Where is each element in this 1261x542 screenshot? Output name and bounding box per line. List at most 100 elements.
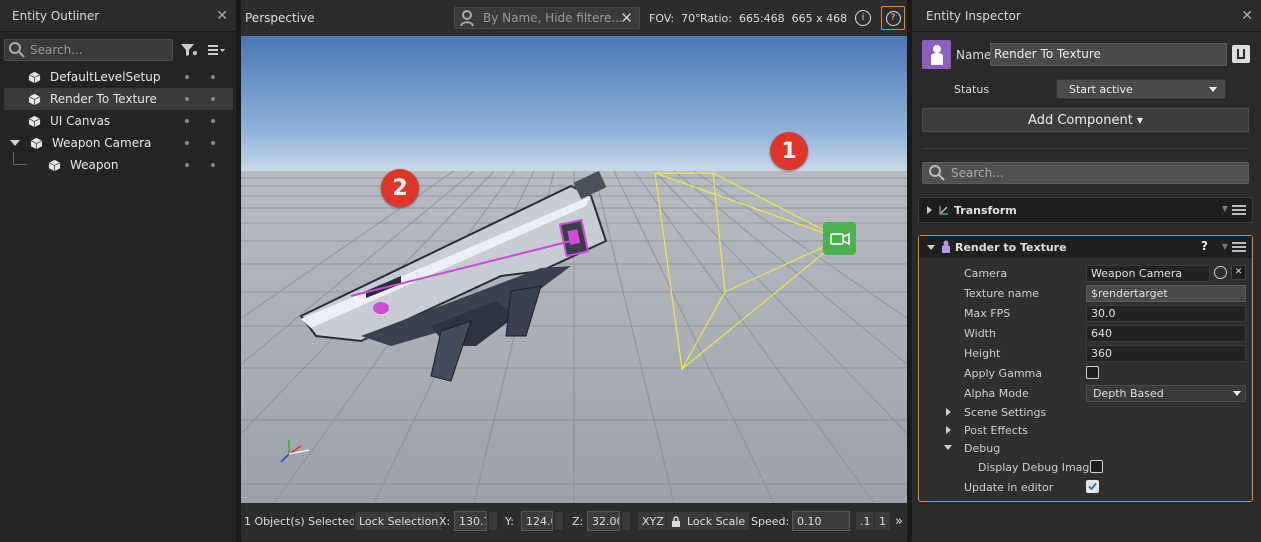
status-label: Status <box>954 83 990 96</box>
rtt-title: Render to Texture <box>955 240 1067 254</box>
close-icon[interactable]: ✕ <box>1241 8 1253 24</box>
menu-icon[interactable] <box>1232 242 1246 252</box>
list-item[interactable]: Weapon <box>4 154 233 176</box>
component-search-input[interactable]: Search... <box>922 162 1249 184</box>
viewport-toolbar: Perspective By Name, Hide filtere... ✕ F… <box>241 0 907 36</box>
lock-selection-button[interactable]: Lock Selection <box>354 511 444 531</box>
entity-outliner-panel: Entity Outliner ✕ Search... DefaultLevel… <box>0 0 236 542</box>
entity-inspector-panel: Entity Inspector ✕ Name Render To Textur… <box>912 0 1261 542</box>
status-dropdown-value: Start active <box>1069 83 1133 96</box>
z-spinner-icon[interactable] <box>621 511 631 531</box>
name-field[interactable]: Render To Texture <box>990 43 1227 66</box>
apply-gamma-checkbox[interactable] <box>1086 366 1099 379</box>
inspector-header: Entity Inspector ✕ <box>912 0 1261 32</box>
list-item[interactable]: DefaultLevelSetup <box>4 66 233 88</box>
list-item[interactable]: Weapon Camera <box>4 132 233 154</box>
post-effects-row[interactable]: Post Effects <box>912 420 1261 440</box>
visibility-dots[interactable] <box>185 163 215 167</box>
z-field[interactable]: 32.00 <box>587 511 620 531</box>
scene-settings-label: Scene Settings <box>964 405 1047 419</box>
speed-field[interactable]: 0.10 <box>792 511 850 531</box>
transform-component-header[interactable]: Transform ▼ <box>918 197 1253 223</box>
width-row: Width 640 <box>912 323 1261 343</box>
add-component-button[interactable]: Add Component ▼ <box>922 108 1249 132</box>
visibility-dots[interactable] <box>185 141 215 145</box>
entity-cube-icon <box>28 115 41 127</box>
y-label: Y: <box>505 514 514 528</box>
status-dropdown[interactable]: Start active <box>1056 79 1226 99</box>
sort-menu-icon[interactable] <box>207 44 225 56</box>
camera-field[interactable]: Weapon Camera <box>1086 264 1210 282</box>
list-item-label: UI Canvas <box>50 114 111 128</box>
rtt-header[interactable]: Render to Texture ? ▼ <box>919 236 1252 258</box>
expand-chevron-icon[interactable] <box>927 206 932 214</box>
list-item[interactable]: Render To Texture <box>4 88 233 110</box>
transform-label: Transform <box>954 203 1017 217</box>
width-field[interactable]: 640 <box>1086 324 1246 342</box>
xyz-button[interactable]: XYZ <box>637 511 669 531</box>
x-field[interactable]: 130.7 <box>454 511 487 531</box>
outliner-search-placeholder: Search... <box>30 43 83 57</box>
height-field[interactable]: 360 <box>1086 344 1246 362</box>
visibility-dots[interactable] <box>185 119 215 123</box>
height-label: Height <box>964 346 1001 360</box>
debug-row[interactable]: Debug <box>912 438 1261 458</box>
visibility-dots[interactable] <box>185 97 215 101</box>
divider <box>922 148 1249 149</box>
clear-icon[interactable]: ✕ <box>620 9 633 27</box>
viewport-mode-label[interactable]: Perspective <box>245 11 315 25</box>
speed-step-small-button[interactable]: .1 <box>855 511 876 531</box>
filter-icon[interactable] <box>180 43 198 57</box>
entity-cube-icon <box>28 93 41 105</box>
visibility-dots[interactable] <box>185 75 215 79</box>
collapse-chevron-icon[interactable] <box>944 445 952 450</box>
speed-label: Speed: <box>751 514 790 528</box>
pin-icon[interactable] <box>1232 45 1250 63</box>
lock-scale-label: Lock Scale <box>687 514 746 528</box>
camera-gizmo-icon[interactable] <box>823 222 856 255</box>
entity-cube-icon <box>30 137 43 149</box>
clear-icon[interactable]: ✕ <box>1231 265 1246 280</box>
help-icon[interactable]: ? <box>881 6 905 30</box>
y-field[interactable]: 124.0 <box>521 511 553 531</box>
chevron-down-icon[interactable]: ▼ <box>1222 204 1228 213</box>
speed-step-large-button[interactable]: 1 <box>874 511 891 531</box>
close-icon[interactable]: ✕ <box>216 8 228 24</box>
update-in-editor-checkbox[interactable] <box>1086 480 1099 493</box>
alpha-mode-dropdown[interactable]: Depth Based <box>1086 384 1246 402</box>
info-icon[interactable]: i <box>855 10 871 26</box>
lock-scale-button[interactable]: Lock Scale <box>666 511 751 531</box>
inspector-title: Entity Inspector <box>926 8 1021 23</box>
menu-icon[interactable] <box>1232 205 1246 215</box>
outliner-search-input[interactable]: Search... <box>4 39 173 61</box>
annotation-number: 1 <box>781 138 797 164</box>
entity-avatar-icon[interactable] <box>922 40 951 69</box>
texture-name-field[interactable]: $rendertarget <box>1086 284 1246 302</box>
width-label: Width <box>964 326 996 340</box>
expand-chevron-icon[interactable] <box>10 140 20 146</box>
target-picker-icon[interactable] <box>1214 266 1227 279</box>
selection-count: 1 Object(s) Selected <box>244 514 356 528</box>
scene-settings-row[interactable]: Scene Settings <box>912 402 1261 422</box>
y-spinner-icon[interactable] <box>554 511 564 531</box>
x-spinner-icon[interactable] <box>488 511 498 531</box>
apply-gamma-label: Apply Gamma <box>964 366 1042 380</box>
max-fps-field[interactable]: 30.0 <box>1086 304 1246 322</box>
viewport-statusbar: 1 Object(s) Selected Lock Selection X: 1… <box>241 503 907 539</box>
expand-chevron-icon[interactable] <box>946 426 951 434</box>
apply-gamma-row: Apply Gamma <box>912 363 1261 383</box>
overflow-chevron-icon[interactable]: » <box>895 514 903 529</box>
list-item[interactable]: UI Canvas <box>4 110 233 132</box>
viewport-scene[interactable]: 1 2 <box>241 36 907 503</box>
annotation-badge: 2 <box>381 169 419 207</box>
fov-readout: FOV: 70° <box>649 11 701 25</box>
display-debug-checkbox[interactable] <box>1090 460 1103 473</box>
expand-chevron-icon[interactable] <box>946 408 951 416</box>
help-icon[interactable]: ? <box>1201 239 1208 253</box>
collapse-chevron-icon[interactable] <box>927 244 935 250</box>
viewport-search-input[interactable]: By Name, Hide filtere... ✕ <box>454 7 640 29</box>
z-label: Z: <box>572 514 584 528</box>
chevron-down-icon[interactable]: ▼ <box>1222 242 1228 251</box>
max-fps-label: Max FPS <box>964 306 1011 320</box>
alpha-mode-value: Depth Based <box>1093 386 1164 400</box>
